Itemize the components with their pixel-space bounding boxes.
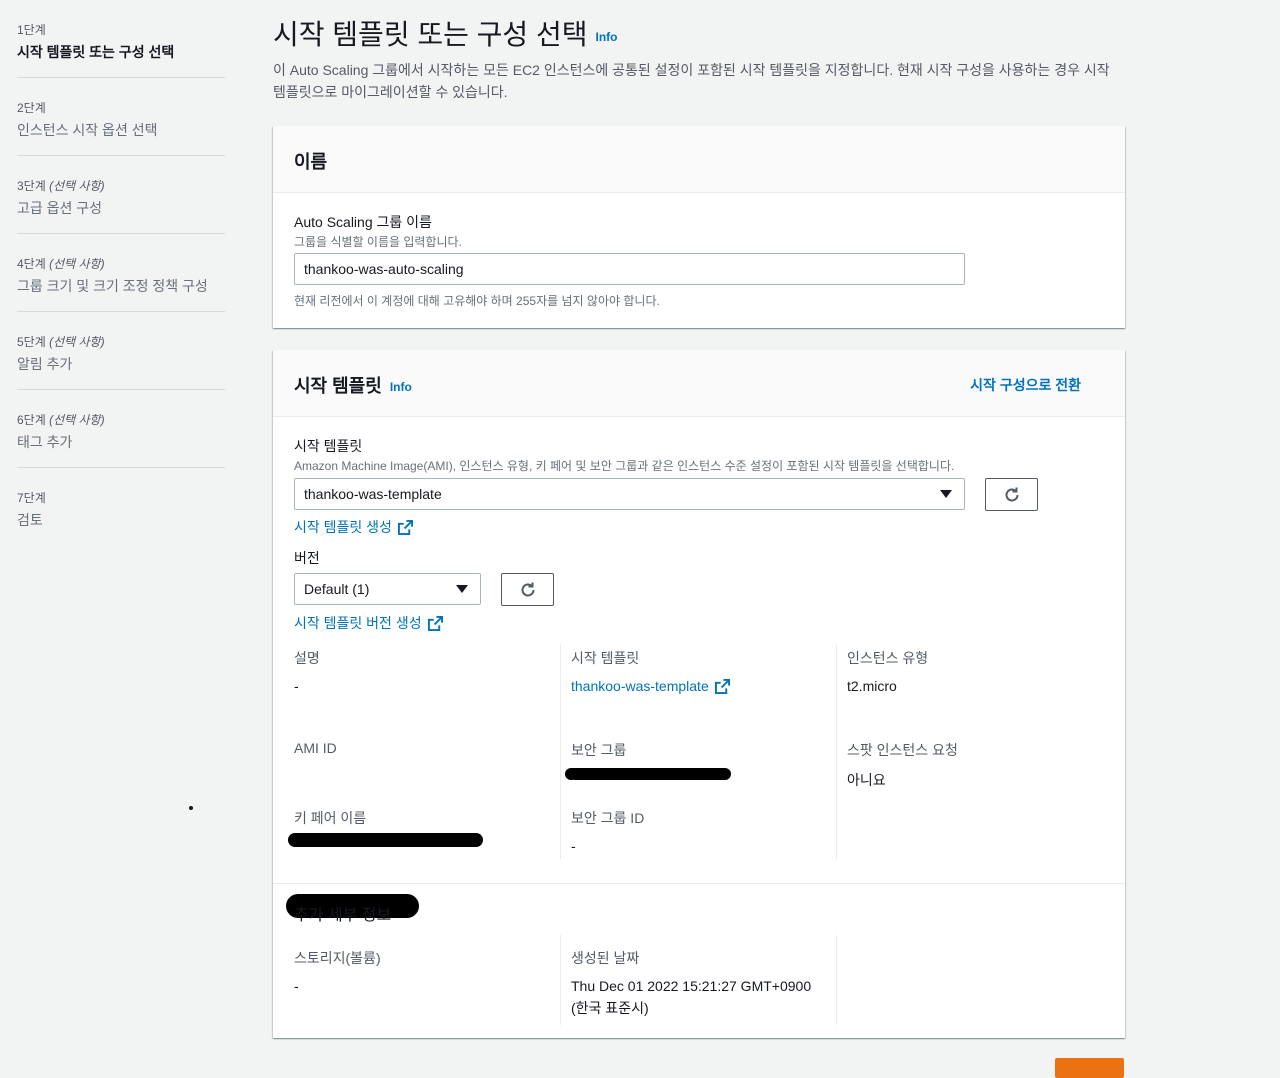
page-title: 시작 템플릿 또는 구성 선택 Info [273,19,618,50]
external-link-icon [714,678,730,694]
step-label: 인스턴스 시작 옵션 선택 [17,122,158,138]
detail-description: 설명 - [294,650,320,694]
step-5[interactable]: 5단계 (선택 사항) 알림 추가 [17,312,225,390]
redacted-ami-id [288,833,483,847]
step-number: 4단계 [17,257,46,271]
asg-name-input[interactable] [294,253,965,285]
column-divider [560,644,561,859]
step-label: 검토 [17,512,43,528]
detail-security-group: 보안 그룹 - [571,742,627,786]
panel-title: 이름 [294,152,328,172]
create-launch-template-link[interactable]: 시작 템플릿 생성 [294,517,413,537]
step-optional: (선택 사항) [49,179,105,193]
external-link-icon [427,615,443,631]
step-7[interactable]: 7단계 검토 [17,468,225,546]
step-number: 7단계 [17,491,46,505]
create-template-version-link[interactable]: 시작 템플릿 버전 생성 [294,613,443,633]
detail-launch-template: 시작 템플릿 thankoo-was-template [571,648,730,694]
step-6[interactable]: 6단계 (선택 사항) 태그 추가 [17,390,225,468]
version-selected: Default (1) [304,581,370,597]
step-optional: (선택 사항) [49,335,105,349]
column-divider [560,935,561,1025]
extra-details-heading: 추가 세부 정보 [294,907,392,924]
panel-title: 시작 템플릿 Info [294,376,412,396]
asg-name-description: 그룹을 식별할 이름을 입력합니다. [294,235,462,249]
detail-spot-request: 스팟 인스턴스 요청 아니요 [847,742,958,788]
step-label: 시작 템플릿 또는 구성 선택 [17,44,175,60]
step-number: 2단계 [17,101,46,115]
asg-name-label: Auto Scaling 그룹 이름 [294,214,432,230]
step-number: 3단계 [17,179,46,193]
launch-template-label: 시작 템플릿 [294,438,363,454]
step-3[interactable]: 3단계 (선택 사항) 고급 옵션 구성 [17,156,225,234]
detail-ami-id: AMI ID [294,740,337,756]
column-divider [836,935,837,1025]
step-label: 고급 옵션 구성 [17,200,103,216]
asg-name-hint: 현재 리전에서 이 계정에 대해 고유해야 하며 255자를 넘지 않아야 합니… [294,294,660,308]
launch-template-panel: 시작 템플릿 Info 시작 구성으로 전환 시작 템플릿 Amazon Mach… [273,350,1125,1038]
step-label: 알림 추가 [17,356,73,372]
detail-storage: 스토리지(볼륨) - [294,950,381,994]
step-number: 6단계 [17,413,46,427]
version-select[interactable]: Default (1) [294,573,481,605]
step-number: 5단계 [17,335,46,349]
info-link[interactable]: Info [595,30,617,44]
version-label: 버전 [294,550,320,566]
detail-security-group-id: 보안 그룹 ID - [571,810,645,854]
panel-header: 이름 [273,126,1125,193]
step-2[interactable]: 2단계 인스턴스 시작 옵션 선택 [17,78,225,156]
step-optional: (선택 사항) [49,257,105,271]
detail-instance-type: 인스턴스 유형 t2.micro [847,650,929,694]
step-label: 그룹 크기 및 크기 조정 정책 구성 [17,278,208,294]
caret-down-icon [456,585,468,593]
name-panel: 이름 Auto Scaling 그룹 이름 그룹을 식별할 이름을 입력합니다.… [273,126,1125,328]
cursor-dot [189,806,193,810]
switch-to-launch-config-link[interactable]: 시작 구성으로 전환 [970,375,1081,395]
info-link[interactable]: Info [390,380,412,394]
launch-template-select[interactable]: thankoo-was-template [294,478,965,510]
step-1[interactable]: 1단계 시작 템플릿 또는 구성 선택 [17,0,225,78]
detail-key-pair: 키 페어 이름 [294,810,367,826]
caret-down-icon [940,490,952,498]
refresh-versions-button[interactable] [501,573,554,606]
section-divider [273,883,1125,884]
next-button[interactable] [1055,1058,1124,1078]
refresh-icon [1005,487,1018,501]
detail-created-date: 생성된 날짜 Thu Dec 01 2022 15:21:27 GMT+0900… [571,950,812,1016]
page-description: 이 Auto Scaling 그룹에서 시작하는 모든 EC2 인스턴스에 공통… [273,62,1110,100]
wizard-steps-nav: 1단계 시작 템플릿 또는 구성 선택 2단계 인스턴스 시작 옵션 선택 3단… [17,0,225,546]
launch-template-description: Amazon Machine Image(AMI), 인스턴스 유형, 키 페어… [294,459,955,473]
column-divider [836,644,837,859]
refresh-icon [521,582,534,596]
refresh-templates-button[interactable] [985,478,1038,511]
launch-template-detail-link[interactable]: thankoo-was-template [571,678,730,694]
step-optional: (선택 사항) [49,413,105,427]
step-number: 1단계 [17,23,46,37]
step-4[interactable]: 4단계 (선택 사항) 그룹 크기 및 크기 조정 정책 구성 [17,234,225,312]
external-link-icon [397,519,413,535]
panel-header: 시작 템플릿 Info 시작 구성으로 전환 [273,350,1125,417]
step-label: 태그 추가 [17,434,73,450]
launch-template-selected: thankoo-was-template [304,486,442,502]
